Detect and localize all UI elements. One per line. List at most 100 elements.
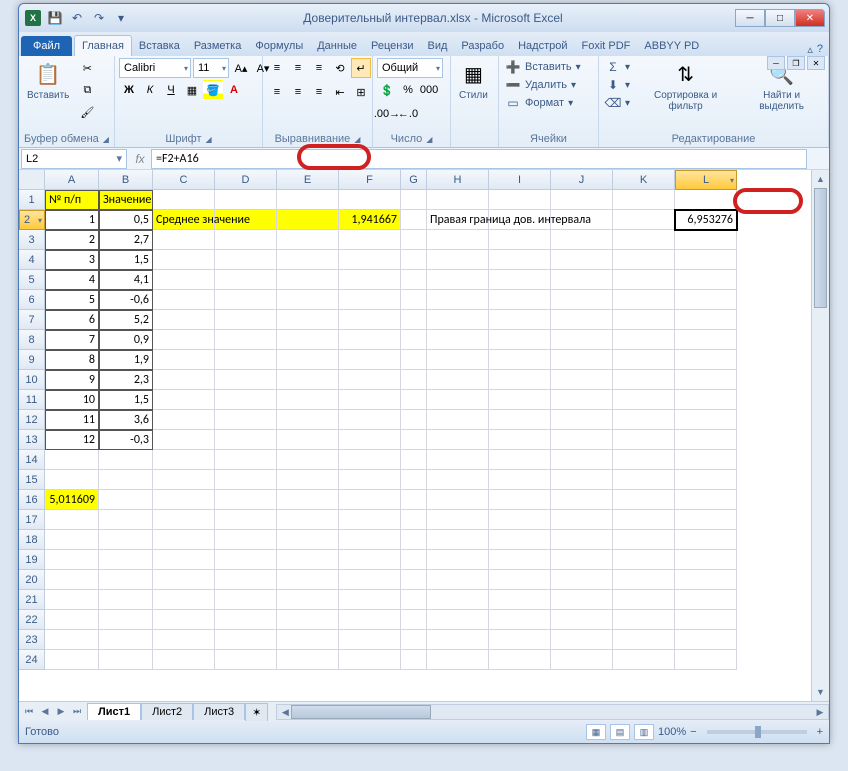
cell-J6[interactable] xyxy=(551,290,613,310)
cell-A9[interactable]: 8 xyxy=(45,350,99,370)
col-header-F[interactable]: F xyxy=(339,170,401,190)
cell-D16[interactable] xyxy=(215,490,277,510)
cell-F24[interactable] xyxy=(339,650,401,670)
cell-B23[interactable] xyxy=(99,630,153,650)
cell-F23[interactable] xyxy=(339,630,401,650)
cell-E5[interactable] xyxy=(277,270,339,290)
cell-J8[interactable] xyxy=(551,330,613,350)
cell-D19[interactable] xyxy=(215,550,277,570)
cell-A18[interactable] xyxy=(45,530,99,550)
qat-dropdown[interactable]: ▾ xyxy=(111,8,131,28)
cell-C16[interactable] xyxy=(153,490,215,510)
cell-K7[interactable] xyxy=(613,310,675,330)
cell-L15[interactable] xyxy=(675,470,737,490)
cell-D23[interactable] xyxy=(215,630,277,650)
sort-filter-button[interactable]: ⇅ Сортировка и фильтр xyxy=(636,58,735,114)
cell-C18[interactable] xyxy=(153,530,215,550)
cell-H11[interactable] xyxy=(427,390,489,410)
cell-K10[interactable] xyxy=(613,370,675,390)
cell-A11[interactable]: 10 xyxy=(45,390,99,410)
sheet-tab-1[interactable]: Лист1 xyxy=(87,703,141,720)
cell-H24[interactable] xyxy=(427,650,489,670)
cell-H12[interactable] xyxy=(427,410,489,430)
cell-A5[interactable]: 4 xyxy=(45,270,99,290)
row-header-7[interactable]: 7 xyxy=(19,310,45,330)
cell-B16[interactable] xyxy=(99,490,153,510)
cell-C1[interactable] xyxy=(153,190,215,210)
cell-G22[interactable] xyxy=(401,610,427,630)
cell-C2[interactable]: Среднее значение xyxy=(153,210,215,230)
cell-H23[interactable] xyxy=(427,630,489,650)
undo-button[interactable]: ↶ xyxy=(67,8,87,28)
cell-A24[interactable] xyxy=(45,650,99,670)
cell-I21[interactable] xyxy=(489,590,551,610)
sheet-last-button[interactable]: ⏭ xyxy=(69,704,85,720)
cell-D17[interactable] xyxy=(215,510,277,530)
cell-F11[interactable] xyxy=(339,390,401,410)
cell-H19[interactable] xyxy=(427,550,489,570)
file-tab[interactable]: Файл xyxy=(21,36,72,56)
cell-J4[interactable] xyxy=(551,250,613,270)
cell-K21[interactable] xyxy=(613,590,675,610)
cell-B22[interactable] xyxy=(99,610,153,630)
cell-F18[interactable] xyxy=(339,530,401,550)
hscroll-right[interactable]: ▶ xyxy=(812,705,828,721)
row-header-13[interactable]: 13 xyxy=(19,430,45,450)
font-launcher[interactable]: ◢ xyxy=(206,135,212,144)
row-header-18[interactable]: 18 xyxy=(19,530,45,550)
cell-G6[interactable] xyxy=(401,290,427,310)
cell-B17[interactable] xyxy=(99,510,153,530)
clipboard-launcher[interactable]: ◢ xyxy=(103,135,109,144)
cell-L1[interactable] xyxy=(675,190,737,210)
cell-B10[interactable]: 2,3 xyxy=(99,370,153,390)
cell-I20[interactable] xyxy=(489,570,551,590)
cell-E8[interactable] xyxy=(277,330,339,350)
cell-F8[interactable] xyxy=(339,330,401,350)
bold-button[interactable]: Ж xyxy=(119,80,139,100)
cell-G3[interactable] xyxy=(401,230,427,250)
row-header-23[interactable]: 23 xyxy=(19,630,45,650)
cell-A10[interactable]: 9 xyxy=(45,370,99,390)
formula-input[interactable]: =F2+A16 xyxy=(151,149,807,169)
cell-G23[interactable] xyxy=(401,630,427,650)
copy-button[interactable]: ⧉ xyxy=(77,80,97,100)
cell-F6[interactable] xyxy=(339,290,401,310)
comma-button[interactable]: 000 xyxy=(419,80,439,100)
cell-F9[interactable] xyxy=(339,350,401,370)
cell-J12[interactable] xyxy=(551,410,613,430)
tab-formulas[interactable]: Формулы xyxy=(248,36,310,56)
cell-F1[interactable] xyxy=(339,190,401,210)
cell-H18[interactable] xyxy=(427,530,489,550)
cell-H10[interactable] xyxy=(427,370,489,390)
cell-J17[interactable] xyxy=(551,510,613,530)
cell-H7[interactable] xyxy=(427,310,489,330)
cell-J21[interactable] xyxy=(551,590,613,610)
cell-F20[interactable] xyxy=(339,570,401,590)
cell-I22[interactable] xyxy=(489,610,551,630)
cell-K22[interactable] xyxy=(613,610,675,630)
cell-D11[interactable] xyxy=(215,390,277,410)
tab-review[interactable]: Рецензи xyxy=(364,36,421,56)
cell-E9[interactable] xyxy=(277,350,339,370)
cell-J1[interactable] xyxy=(551,190,613,210)
zoom-slider[interactable] xyxy=(707,730,807,734)
cell-L14[interactable] xyxy=(675,450,737,470)
cell-H20[interactable] xyxy=(427,570,489,590)
col-header-J[interactable]: J xyxy=(551,170,613,190)
cell-B6[interactable]: -0,6 xyxy=(99,290,153,310)
cell-E7[interactable] xyxy=(277,310,339,330)
row-header-3[interactable]: 3 xyxy=(19,230,45,250)
cell-H13[interactable] xyxy=(427,430,489,450)
cell-K2[interactable] xyxy=(613,210,675,230)
cell-C5[interactable] xyxy=(153,270,215,290)
tab-view[interactable]: Вид xyxy=(421,36,455,56)
format-painter-button[interactable]: 🖌 xyxy=(77,102,97,122)
cell-H5[interactable] xyxy=(427,270,489,290)
cell-I4[interactable] xyxy=(489,250,551,270)
border-button[interactable]: ▦ xyxy=(182,80,202,100)
cell-E12[interactable] xyxy=(277,410,339,430)
cell-A19[interactable] xyxy=(45,550,99,570)
cell-H6[interactable] xyxy=(427,290,489,310)
col-header-D[interactable]: D xyxy=(215,170,277,190)
cell-B3[interactable]: 2,7 xyxy=(99,230,153,250)
